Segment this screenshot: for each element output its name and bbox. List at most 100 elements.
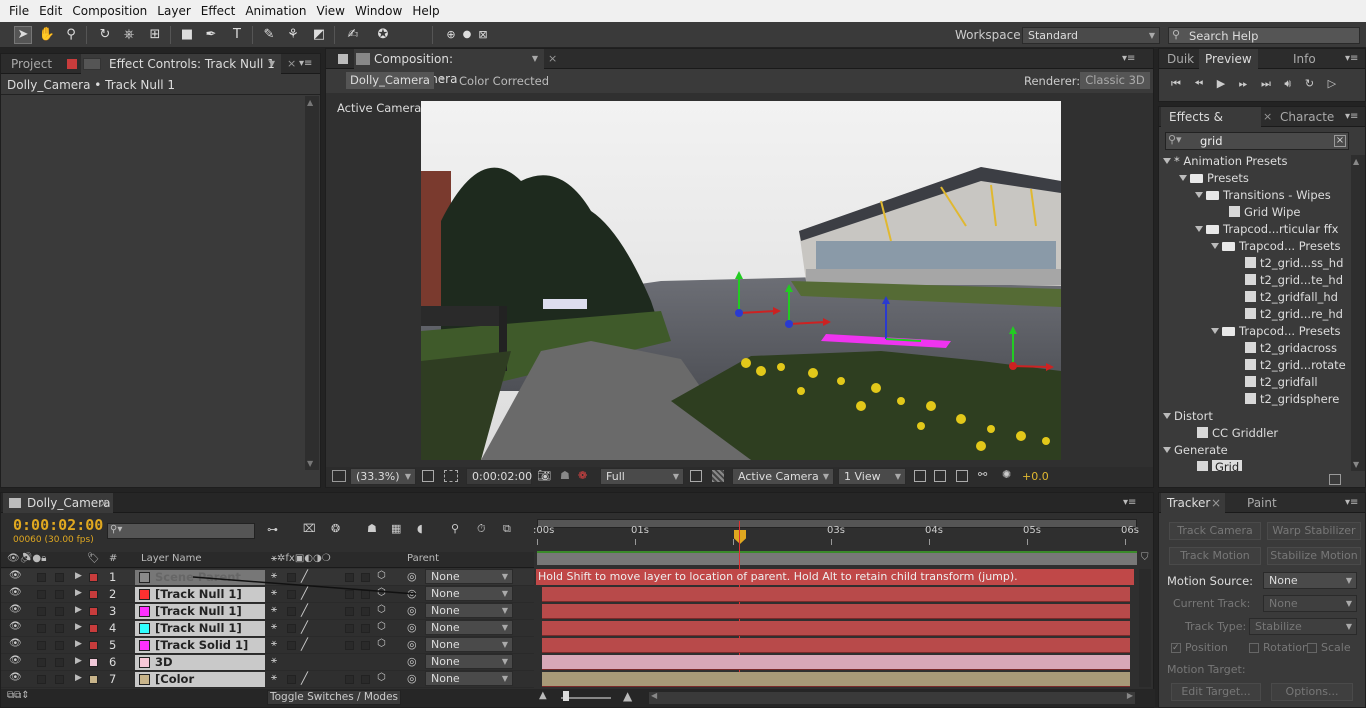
effects-tree-item[interactable]: t2_gridacross <box>1245 340 1349 357</box>
expand-triangle-icon[interactable] <box>1195 226 1203 232</box>
live-update-icon[interactable]: ⌧ <box>303 522 316 535</box>
tab-paint[interactable]: Paint <box>1241 493 1283 513</box>
tab-composition[interactable]: Composition: Dolly_Camera ▼ <box>354 49 544 86</box>
workspace-dropdown[interactable]: Standard ▼ <box>1022 27 1160 44</box>
edit-target-button[interactable]: Edit Target... <box>1171 683 1261 701</box>
show-channel-icon[interactable]: ❁ <box>578 469 587 482</box>
motion-source-dropdown[interactable]: None ▼ <box>1263 572 1357 589</box>
current-time-display[interactable]: 0:00:02:00 <box>13 516 103 534</box>
expand-triangle-icon[interactable] <box>1211 328 1219 334</box>
scrollbar[interactable] <box>1139 569 1151 687</box>
menu-edit[interactable]: Edit <box>34 4 67 18</box>
grid-guides-icon[interactable] <box>422 470 434 482</box>
effects-tree-item[interactable]: Presets <box>1179 170 1349 187</box>
comp-button-icon[interactable]: ⛉ <box>1141 552 1153 566</box>
menu-file[interactable]: File <box>4 4 34 18</box>
motion-blur-icon[interactable]: ◖ <box>417 522 423 535</box>
rotation-checkbox[interactable] <box>1249 643 1259 653</box>
ram-preview-icon[interactable]: ▷ <box>1328 77 1338 90</box>
effects-tree-item[interactable]: t2_grid...re_hd <box>1245 306 1349 323</box>
layer-duration-bar[interactable] <box>542 655 1130 670</box>
zoom-in-icon[interactable]: ▲ <box>623 689 632 703</box>
effects-tree-item[interactable]: Generate <box>1163 442 1349 459</box>
camera-orbit-tool-icon[interactable]: ⎈ <box>120 26 138 44</box>
tab-effects-presets[interactable]: Effects & Presets <box>1161 107 1261 144</box>
exposure-value[interactable]: +0.0 <box>1022 470 1049 483</box>
hand-tool-icon[interactable]: ✋ <box>38 26 56 44</box>
layer-switches-toggle-icon[interactable]: ⧉⧉⇕ <box>7 690 30 701</box>
effects-tree-item[interactable]: t2_grid...rotate <box>1245 357 1349 374</box>
stabilize-motion-button[interactable]: Stabilize Motion <box>1267 547 1361 565</box>
puppet-pin-tool-icon[interactable]: ✪ <box>374 26 392 44</box>
transparency-grid-icon[interactable] <box>712 470 724 482</box>
pan-behind-tool-icon[interactable]: ⊞ <box>146 26 164 44</box>
always-preview-icon[interactable] <box>332 470 346 482</box>
expand-triangle-icon[interactable] <box>1179 175 1187 181</box>
expand-triangle-icon[interactable] <box>1163 413 1171 419</box>
chevron-down-icon[interactable]: ▼ <box>269 54 275 74</box>
frame-blending-icon[interactable]: ▦ <box>391 522 401 535</box>
first-frame-icon[interactable]: ⏮ <box>1171 77 1183 90</box>
menu-composition[interactable]: Composition <box>67 4 152 18</box>
snapshot-camera-icon[interactable]: 📷︎ <box>537 469 551 482</box>
tab-effect-controls[interactable]: Effect Controls: Track Null 1 ▼ <box>81 54 281 74</box>
effects-tree-item[interactable]: Grid Wipe <box>1229 204 1349 221</box>
eraser-tool-icon[interactable]: ◩ <box>310 26 328 44</box>
time-ruler[interactable]: :00s 01s 03s 04s 05s 06s <box>533 525 1139 551</box>
brush-tool-icon[interactable]: ✎ <box>260 26 278 44</box>
effects-tree-item[interactable]: Grid <box>1197 459 1349 471</box>
close-icon[interactable]: × <box>548 52 557 65</box>
previous-frame-icon[interactable]: ⏪︎ <box>1194 77 1205 90</box>
flowchart-icon[interactable]: ⚯ <box>978 468 987 481</box>
rotate-tool-icon[interactable]: ↻ <box>96 26 114 44</box>
scrollbar[interactable]: ▲ ▼ <box>1351 155 1365 471</box>
region-of-interest-icon[interactable] <box>690 470 702 482</box>
hide-shy-layers-icon[interactable]: ☗ <box>367 522 377 535</box>
panel-menu-icon[interactable]: ▾≡ <box>1345 497 1358 508</box>
tab-project[interactable]: Project <box>5 54 61 74</box>
effects-search-field[interactable]: ⚲▾ grid × <box>1165 132 1349 150</box>
menu-window[interactable]: Window <box>350 4 407 18</box>
magnification-dropdown[interactable]: (33.3%) ▼ <box>350 468 416 485</box>
horizontal-scrollbar[interactable]: ◀ ▶ <box>649 691 1135 704</box>
scale-checkbox[interactable] <box>1307 643 1317 653</box>
options-button[interactable]: Options... <box>1271 683 1353 701</box>
current-time-field[interactable]: 0:00:02:00 <box>466 468 532 485</box>
close-icon[interactable]: × <box>287 57 296 70</box>
effects-tree-item[interactable]: t2_gridfall_hd <box>1245 289 1349 306</box>
panel-menu-icon[interactable]: ▾≡ <box>1345 53 1358 64</box>
close-icon[interactable]: × <box>1211 493 1221 513</box>
toggle-switches-modes-button[interactable]: Toggle Switches / Modes <box>267 690 401 705</box>
auto-keyframe-icon[interactable]: ⏱ <box>477 522 486 536</box>
zoom-out-icon[interactable]: ▲ <box>539 690 547 701</box>
tab-duik[interactable]: Duik <box>1161 49 1200 69</box>
position-checkbox[interactable]: ✓ <box>1171 643 1181 653</box>
lock-icon[interactable] <box>67 59 77 69</box>
column-layer-name-header[interactable]: Layer Name <box>141 553 202 564</box>
breadcrumb-color-corrected[interactable]: Color Corrected <box>459 74 549 88</box>
layer-duration-bar[interactable] <box>542 621 1130 636</box>
audio-icon[interactable]: 🔊︎ <box>1284 77 1293 90</box>
timeline-icon[interactable] <box>956 470 968 482</box>
loop-icon[interactable]: ↻ <box>1305 77 1316 90</box>
composition-footage[interactable] <box>421 101 1061 460</box>
show-snapshot-icon[interactable]: ☗ <box>560 469 570 482</box>
expand-triangle-icon[interactable] <box>1163 447 1171 453</box>
effects-tree-item[interactable]: * Animation Presets <box>1163 153 1349 170</box>
panel-menu-icon[interactable]: ▾≡ <box>1122 53 1135 64</box>
type-tool-icon[interactable]: T <box>228 26 246 44</box>
draft-3d-icon[interactable]: ❂ <box>331 522 340 535</box>
layer-duration-bar[interactable] <box>542 587 1130 602</box>
play-icon[interactable]: ▶ <box>1217 77 1227 90</box>
current-track-dropdown[interactable]: None ▼ <box>1263 595 1357 612</box>
effects-tree-item[interactable]: Trapcod... Presets <box>1211 323 1349 340</box>
effects-tree-item[interactable]: CC Griddler <box>1197 425 1349 442</box>
last-frame-icon[interactable]: ⏭ <box>1261 77 1273 90</box>
panel-menu-icon[interactable]: ▾≡ <box>1345 111 1358 122</box>
tab-timeline-comp[interactable]: Dolly_Camera × <box>3 493 113 513</box>
renderer-button[interactable]: Classic 3D <box>1080 72 1150 89</box>
view-axis-icon[interactable]: ⊠ <box>474 26 492 44</box>
menu-view[interactable]: View <box>312 4 350 18</box>
selection-tool-icon[interactable]: ➤ <box>14 26 32 44</box>
close-icon[interactable]: × <box>1263 110 1272 123</box>
